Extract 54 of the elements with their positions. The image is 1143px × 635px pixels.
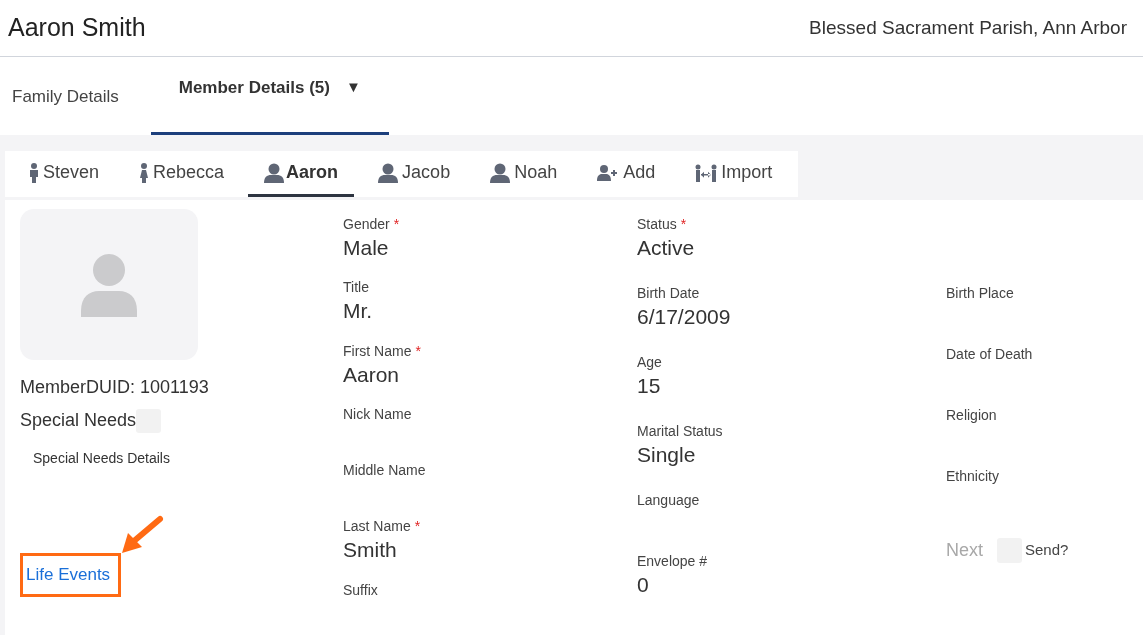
field-value: 0 xyxy=(637,572,650,598)
dropdown-caret-icon[interactable]: ▼ xyxy=(345,76,361,99)
person-icon xyxy=(81,252,137,317)
field-label: Title xyxy=(343,278,369,298)
add-person-icon xyxy=(597,164,620,181)
member-duid: MemberDUID: 1001193 xyxy=(20,376,210,399)
send-label: Send? xyxy=(1025,540,1069,561)
main-tab[interactable]: Family Details xyxy=(0,57,131,135)
import-people-icon xyxy=(695,163,718,182)
member-tab[interactable]: Add xyxy=(581,151,672,197)
field-label: Nick Name xyxy=(343,405,412,425)
field-label: Religion xyxy=(946,406,997,425)
page-title: Aaron Smith xyxy=(8,12,146,44)
field-label: Age xyxy=(637,353,662,372)
field-label: Suffix xyxy=(343,580,378,600)
person-icon xyxy=(378,162,399,183)
required-mark: * xyxy=(393,215,400,234)
field-value: 15 xyxy=(637,373,662,399)
female-person-icon xyxy=(139,162,150,183)
field-label: Envelope # xyxy=(637,552,708,571)
field-label: Middle Name xyxy=(343,461,426,481)
person-icon xyxy=(490,162,511,183)
male-person-icon xyxy=(29,162,39,183)
field-value: Smith xyxy=(343,537,398,564)
field-label: Date of Death xyxy=(946,345,1033,364)
field-value: Aaron xyxy=(343,361,401,388)
field-value: 6/17/2009 xyxy=(637,304,732,330)
member-tab[interactable]: Rebecca xyxy=(123,151,241,197)
field-value: Active xyxy=(637,235,696,261)
field-label: First Name xyxy=(343,341,412,361)
member-tab[interactable]: Jacob xyxy=(362,151,467,197)
field-label: Language xyxy=(637,491,700,510)
member-tab[interactable]: Aaron xyxy=(248,151,355,197)
member-tab[interactable]: Noah xyxy=(474,151,574,197)
member-tab[interactable]: Steven xyxy=(13,151,116,197)
field-value: Mr. xyxy=(343,298,374,325)
special-needs-label: Special Needs xyxy=(20,409,137,432)
life-events-link[interactable]: Life Events xyxy=(20,553,122,597)
field-label: Last Name xyxy=(343,517,411,537)
field-label: Birth Place xyxy=(946,284,1014,303)
required-mark: * xyxy=(680,215,687,234)
field-label: Gender xyxy=(343,215,390,234)
field-label: Ethnicity xyxy=(946,467,999,486)
parish-name: Blessed Sacrament Parish, Ann Arbor xyxy=(809,15,1128,40)
special-needs-details-label: Special Needs Details xyxy=(33,449,171,468)
member-tab[interactable]: Import xyxy=(679,151,789,197)
required-mark: * xyxy=(415,341,421,361)
field-value: Single xyxy=(637,442,697,468)
field-label: Birth Date xyxy=(637,284,700,303)
field-label: Marital Status xyxy=(637,422,723,441)
required-mark: * xyxy=(414,517,421,537)
field-label: Status xyxy=(637,215,677,234)
field-value: Male xyxy=(343,235,390,261)
person-icon xyxy=(264,162,285,183)
